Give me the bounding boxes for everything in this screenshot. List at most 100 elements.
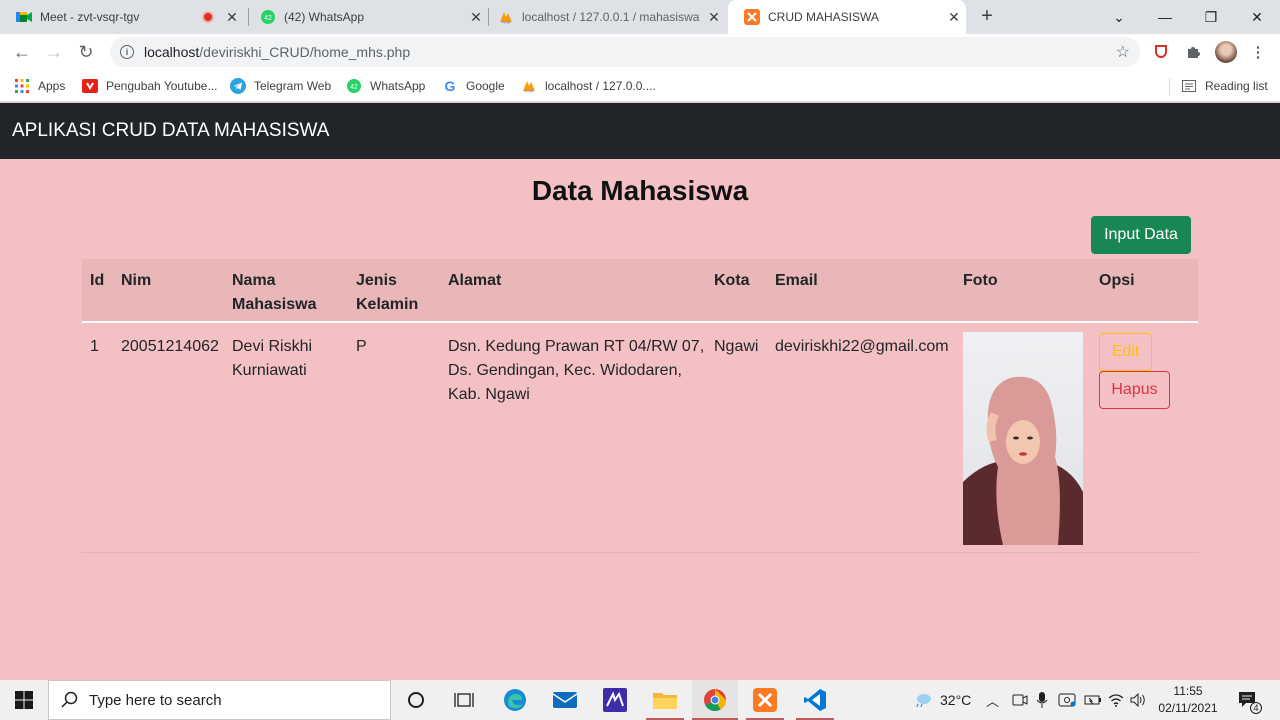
header-email: Email	[775, 272, 818, 289]
tab-meet[interactable]: Meet - zvt-vsqr-tgv ✕	[0, 0, 244, 34]
back-button[interactable]: ←	[8, 38, 36, 66]
tab-crud-mahasiswa[interactable]: CRUD MAHASISWA ✕	[728, 0, 966, 34]
bookmark-label: Pengubah Youtube...	[106, 79, 218, 93]
notification-center-icon[interactable]: 4	[1238, 680, 1262, 720]
google-g-icon: G	[444, 78, 456, 94]
chrome-icon[interactable]	[692, 680, 738, 720]
cell-alamat-line1: Dsn. Kedung Prawan RT 04/RW 07,	[448, 338, 705, 355]
close-tab-icon[interactable]: ✕	[942, 9, 966, 26]
screen-capture-icon[interactable]	[1058, 680, 1076, 720]
forward-button[interactable]: →	[40, 38, 68, 66]
close-tab-icon[interactable]: ✕	[220, 9, 244, 26]
tab-whatsapp[interactable]: 42 (42) WhatsApp ✕	[244, 0, 488, 34]
url-host: localhost	[144, 44, 200, 60]
search-placeholder: Type here to search	[89, 691, 222, 709]
reading-list-button[interactable]: Reading list	[1181, 77, 1268, 95]
shield-extension-icon[interactable]	[1151, 42, 1171, 62]
reading-list-icon	[1181, 78, 1197, 94]
windows-taskbar: Type here to search 32°C ︿ 11:55 02/11/2…	[0, 680, 1280, 720]
reload-button[interactable]: ↻	[72, 38, 100, 66]
bookmark-google[interactable]: G Google	[442, 77, 505, 95]
tab-search-icon[interactable]: ⌄	[1096, 0, 1142, 34]
bookmark-label: Apps	[38, 79, 66, 93]
bookmark-telegram-web[interactable]: Telegram Web	[230, 77, 331, 95]
page-title: Data Mahasiswa	[531, 175, 749, 206]
microphone-icon[interactable]	[1036, 680, 1048, 720]
battery-icon[interactable]	[1084, 680, 1102, 720]
edge-icon[interactable]	[492, 680, 538, 720]
notification-count: 4	[1250, 702, 1262, 714]
weather-widget[interactable]: 32°C	[914, 680, 971, 720]
table-header: Id Nim Nama Mahasiswa Jenis Kelamin Alam…	[82, 259, 1198, 323]
meet-now-icon[interactable]	[1012, 680, 1028, 720]
header-id: Id	[90, 272, 105, 289]
phpmyadmin-icon: PMA	[521, 78, 537, 94]
header-kota: Kota	[714, 272, 750, 289]
close-window-button[interactable]: ✕	[1234, 0, 1280, 34]
bookmark-star-icon[interactable]: ☆	[1116, 42, 1130, 62]
delete-button[interactable]: Hapus	[1099, 371, 1170, 409]
phpmyadmin-icon: PMA	[498, 9, 514, 25]
system-clock[interactable]: 11:55 02/11/2021	[1150, 683, 1226, 717]
whatsapp-badge: 42	[350, 84, 358, 91]
mail-icon[interactable]	[542, 680, 588, 720]
bookmarks-bar: Apps Pengubah Youtube... Telegram Web 42…	[0, 70, 1280, 102]
navbar-brand[interactable]: APLIKASI CRUD DATA MAHASISWA	[12, 120, 329, 142]
bookmark-whatsapp[interactable]: 42 WhatsApp	[346, 77, 425, 95]
close-tab-icon[interactable]: ✕	[702, 9, 726, 26]
cell-nim: 20051214062	[121, 338, 219, 355]
vscode-icon[interactable]	[792, 680, 838, 720]
bookmark-localhost[interactable]: PMA localhost / 127.0.0....	[521, 77, 656, 95]
address-bar[interactable]: i localhost/deviriskhi_CRUD/home_mhs.php…	[110, 37, 1140, 67]
new-tab-button[interactable]: +	[976, 5, 998, 29]
whatsapp-icon: 42	[346, 78, 362, 94]
browser-toolbar: ← → ↻ i localhost/deviriskhi_CRUD/home_m…	[0, 34, 1280, 70]
windows-logo-icon	[15, 691, 33, 709]
restore-button[interactable]: ❐	[1188, 0, 1234, 34]
header-jk-line1: Jenis	[356, 272, 397, 289]
cell-alamat-line2: Ds. Gendingan, Kec. Widodaren,	[448, 362, 682, 379]
header-nama: Nama Mahasiswa	[232, 269, 316, 317]
taskbar-search-input[interactable]: Type here to search	[48, 680, 391, 720]
telegram-icon	[230, 78, 246, 94]
bookmarks-divider	[1169, 78, 1170, 96]
start-button[interactable]	[0, 680, 48, 720]
task-view-icon[interactable]	[441, 680, 487, 720]
bookmark-apps[interactable]: Apps	[14, 77, 65, 95]
wifi-icon[interactable]	[1108, 680, 1124, 720]
profile-avatar[interactable]	[1215, 41, 1237, 63]
cortana-icon[interactable]	[393, 680, 439, 720]
clock-date: 02/11/2021	[1158, 701, 1218, 715]
show-hidden-icons[interactable]: ︿	[986, 680, 999, 720]
cell-nama: Devi Riskhi Kurniawati	[232, 335, 312, 383]
svg-text:PMA: PMA	[525, 89, 534, 94]
weather-temp: 32°C	[940, 692, 972, 708]
xampp-icon	[744, 9, 760, 25]
bookmark-label: Telegram Web	[254, 79, 332, 93]
menu-kebab-icon[interactable]: ⋮	[1248, 42, 1268, 62]
cell-nama-line1: Devi Riskhi	[232, 338, 313, 355]
bookmark-label: WhatsApp	[370, 79, 426, 93]
header-nim: Nim	[121, 272, 152, 289]
powerapps-icon[interactable]	[592, 680, 638, 720]
extensions-puzzle-icon[interactable]	[1183, 42, 1203, 62]
input-data-button[interactable]: Input Data	[1091, 216, 1191, 254]
weather-icon	[914, 691, 932, 710]
site-info-icon[interactable]: i	[120, 45, 134, 59]
cell-alamat-line3: Kab. Ngawi	[448, 386, 530, 403]
file-explorer-icon[interactable]	[642, 680, 688, 720]
search-icon	[61, 691, 79, 709]
xampp-icon[interactable]	[742, 680, 788, 720]
minimize-button[interactable]: —	[1142, 0, 1188, 34]
youtube-converter-icon	[82, 78, 98, 94]
bookmark-label: Google	[466, 79, 505, 93]
tab-phpmyadmin[interactable]: PMA localhost / 127.0.0.1 / mahasiswa ✕	[482, 0, 726, 34]
cell-id: 1	[90, 338, 99, 355]
bookmark-pengubah-youtube[interactable]: Pengubah Youtube...	[82, 77, 217, 95]
google-meet-icon	[16, 9, 32, 25]
header-jenis-kelamin: Jenis Kelamin	[356, 269, 418, 317]
volume-icon[interactable]	[1130, 680, 1148, 720]
recording-icon	[202, 11, 214, 23]
cell-nama-line2: Kurniawati	[232, 362, 307, 379]
edit-button[interactable]: Edit	[1099, 333, 1152, 371]
